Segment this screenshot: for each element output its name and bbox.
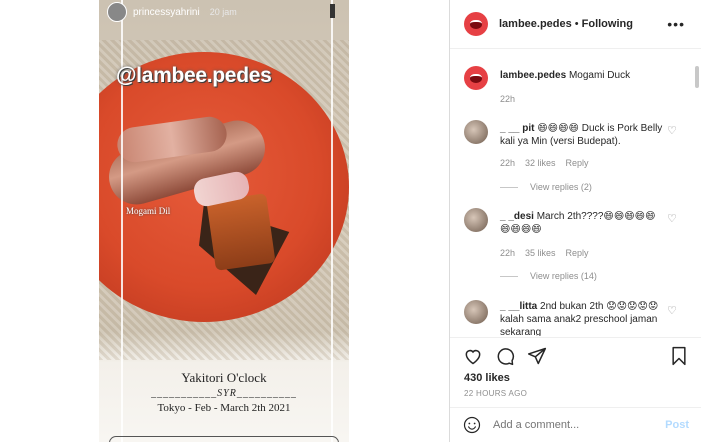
avatar[interactable] xyxy=(464,12,488,36)
story-watermark: @lambee.pedes xyxy=(116,64,272,87)
avatar[interactable] xyxy=(464,208,488,232)
comment-likes[interactable]: 32 likes xyxy=(525,158,556,168)
header-username[interactable]: lambee.pedes xyxy=(499,18,572,30)
comment-text-wrap: _ __litta 2nd bukan 2th 😟😟😟😟😟kalah sama … xyxy=(500,300,665,336)
comment-username[interactable]: _ _desi xyxy=(500,211,534,222)
heart-icon[interactable]: ♡ xyxy=(667,124,677,137)
comment-meta: 22h 35 likes Reply xyxy=(500,248,589,258)
comment-time: 22h xyxy=(500,158,516,168)
bookmark-icon[interactable] xyxy=(669,346,689,366)
caption-time: 22h xyxy=(500,94,516,104)
comment-input[interactable] xyxy=(493,419,653,431)
add-comment-bar: Post xyxy=(450,407,701,442)
view-replies-label: View replies (2) xyxy=(530,182,592,192)
story-progress-bar xyxy=(330,4,335,18)
like-icon[interactable] xyxy=(463,346,483,366)
comment-text-wrap: _ _desi March 2th????😄😄😄😄😄😄😄😄😄 xyxy=(500,210,665,236)
avatar[interactable] xyxy=(464,300,488,324)
post-date[interactable]: 22 HOURS AGO xyxy=(464,389,527,398)
story-caption: Yakitori O'clock ___________SYR_________… xyxy=(99,370,349,414)
caption-username[interactable]: lambee.pedes xyxy=(500,70,566,81)
reply-button[interactable]: Reply xyxy=(566,158,589,168)
caption-text-wrap: lambee.pedes Mogami Duck xyxy=(500,69,665,82)
reply-button[interactable]: Reply xyxy=(566,248,589,258)
tofu-block xyxy=(206,193,276,271)
heart-icon[interactable]: ♡ xyxy=(667,212,677,225)
view-replies-label: View replies (14) xyxy=(530,271,597,281)
caption-text: Mogami Duck xyxy=(568,70,631,81)
comment-text-wrap: _ __ pit 😄😄😄😄 Duck is Pork Belly kali ya… xyxy=(500,122,665,148)
comment-likes[interactable]: 35 likes xyxy=(525,248,556,258)
story-caption-line1: Yakitori O'clock xyxy=(181,370,267,385)
comment-username[interactable]: _ __litta xyxy=(500,301,537,312)
comment-username[interactable]: _ __ pit xyxy=(500,123,534,134)
likes-count[interactable]: 430 likes xyxy=(464,372,510,384)
view-replies-button[interactable]: View replies (14) xyxy=(500,271,597,281)
post-media: princessyahrini 20 jam @lambee.pedes Mog… xyxy=(0,0,449,442)
comments-scrollbar[interactable] xyxy=(695,66,699,88)
comments-list[interactable]: lambee.pedes Mogami Duck 22h _ __ pit 😄😄… xyxy=(450,50,701,336)
post-actions: 430 likes 22 HOURS AGO xyxy=(450,337,701,407)
view-replies-button[interactable]: View replies (2) xyxy=(500,182,592,192)
post-panel: lambee.pedes • Following ••• lambee.pede… xyxy=(449,0,701,442)
story-avatar xyxy=(107,2,127,22)
avatar[interactable] xyxy=(464,66,488,90)
story-time: 20 jam xyxy=(209,7,237,17)
story-header: princessyahrini 20 jam xyxy=(107,2,237,22)
replies-divider xyxy=(500,186,518,188)
comment-meta: 22h 32 likes Reply xyxy=(500,158,589,168)
share-icon[interactable] xyxy=(527,346,547,366)
story-image[interactable]: princessyahrini 20 jam @lambee.pedes Mog… xyxy=(99,0,349,442)
comment-time: 22h xyxy=(500,248,516,258)
heart-icon[interactable]: ♡ xyxy=(667,304,677,317)
story-username: princessyahrini xyxy=(133,6,200,18)
post-header: lambee.pedes • Following ••• xyxy=(450,0,701,49)
post-button[interactable]: Post xyxy=(665,419,689,431)
replies-divider xyxy=(500,275,518,277)
emoji-icon[interactable] xyxy=(463,416,481,434)
comment-icon[interactable] xyxy=(495,346,515,366)
action-icons xyxy=(463,346,547,366)
story-caption-line2: ___________SYR__________ xyxy=(151,388,297,399)
more-icon[interactable]: ••• xyxy=(667,16,685,32)
caption-meta: 22h xyxy=(500,94,515,104)
separator-dot: • xyxy=(574,18,579,30)
story-small-tag: Mogami Dil xyxy=(126,206,171,216)
story-reply-pill xyxy=(109,436,339,442)
avatar[interactable] xyxy=(464,120,488,144)
following-button[interactable]: Following xyxy=(582,18,633,30)
story-caption-line3: Tokyo - Feb - March 2th 2021 xyxy=(157,402,291,414)
